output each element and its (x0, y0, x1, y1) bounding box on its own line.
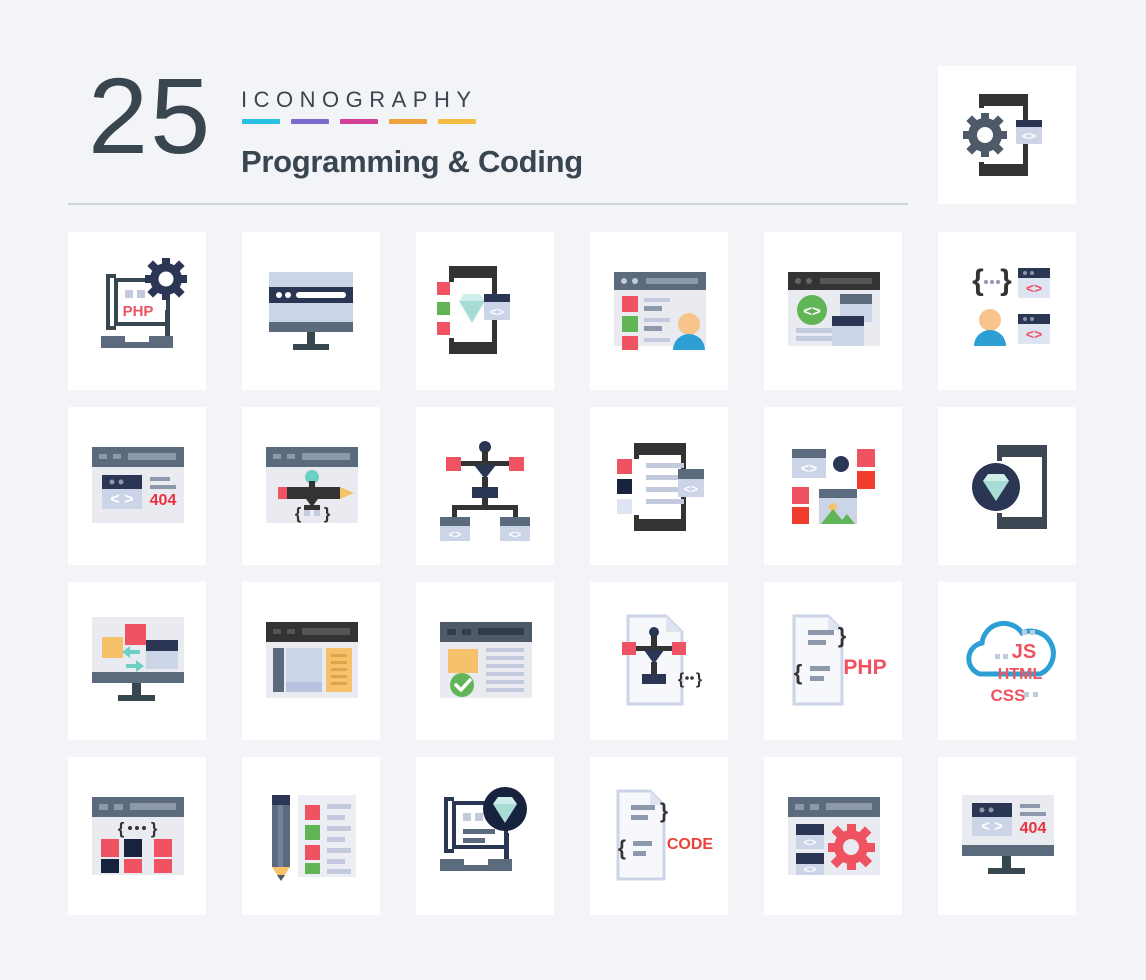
icon-cell-php-laptop-gear[interactable]: PHP (68, 232, 206, 390)
svg-text:}: } (1000, 264, 1012, 297)
svg-text:CODE: CODE (667, 836, 714, 853)
svg-text:JS: JS (1012, 641, 1036, 663)
icon-cell-file-node-diagram[interactable]: { } (590, 582, 728, 740)
icon-cell-mobile-content-list[interactable]: <> (590, 407, 728, 565)
mobile-content-list-icon: <> (617, 443, 704, 531)
svg-text:< >: < > (981, 818, 1003, 835)
svg-text:<>: <> (803, 303, 821, 320)
svg-text:404: 404 (1020, 820, 1047, 837)
icon-cell-mobile-diamond-badge[interactable] (938, 407, 1076, 565)
icon-cell-browser-sidebar-layout[interactable] (242, 582, 380, 740)
svg-text:<>: <> (1026, 326, 1042, 342)
pencil-checklist-icon (272, 795, 356, 881)
svg-text:}: } (696, 671, 702, 688)
svg-text:{: { (618, 837, 626, 860)
svg-text:PHP: PHP (123, 303, 154, 320)
svg-text:}: } (324, 504, 331, 523)
icon-cell-modular-components[interactable]: <> (764, 407, 902, 565)
icon-cell-browser-pen-design[interactable]: { } (242, 407, 380, 565)
icon-cell-monitor-drag-drop[interactable] (68, 582, 206, 740)
header-divider (68, 203, 908, 205)
feature-icon-card: <> (938, 66, 1076, 204)
monitor-browser-icon (269, 272, 353, 350)
swatch-4 (389, 119, 427, 124)
icon-cell-mobile-diamond-code[interactable]: <> (416, 232, 554, 390)
svg-text:<>: <> (1026, 280, 1042, 296)
modular-components-icon: <> (792, 449, 875, 524)
icon-count: 25 (88, 55, 213, 176)
icon-cell-browser-code-grid[interactable]: { } (68, 757, 206, 915)
monitor-404-icon: < > 404 (962, 795, 1054, 874)
browser-pen-design-icon: { } (266, 447, 358, 523)
header: 25 ICONOGRAPHY Programming & Coding <> (0, 0, 1146, 225)
svg-text:< >: < > (110, 491, 133, 508)
browser-code-grid-icon: { } (92, 797, 184, 875)
svg-text:<>: <> (684, 482, 698, 496)
svg-text:{: { (678, 671, 684, 688)
svg-text:CSS: CSS (991, 686, 1026, 705)
svg-text:<>: <> (804, 864, 817, 876)
browser-sidebar-layout-icon (266, 622, 358, 698)
icon-pack-preview: 25 ICONOGRAPHY Programming & Coding <> P… (0, 0, 1146, 980)
swatch-2 (291, 119, 329, 124)
cloud-languages-icon: JS HTML CSS (966, 621, 1056, 705)
brackets-user-code-windows-icon: { } <> <> (972, 264, 1050, 346)
color-swatches (242, 119, 476, 124)
icon-cell-pencil-checklist[interactable] (242, 757, 380, 915)
file-node-diagram-icon: { } (622, 614, 702, 706)
browser-code-layout-icon: <> (788, 272, 880, 346)
icon-cell-sitemap-hierarchy[interactable]: <> <> (416, 407, 554, 565)
icon-cell-cloud-languages[interactable]: JS HTML CSS (938, 582, 1076, 740)
eyebrow-label: ICONOGRAPHY (241, 87, 478, 112)
browser-settings-gear-icon: <> <> (788, 797, 880, 876)
mobile-diamond-badge-icon (972, 445, 1047, 529)
browser-404-icon: < > 404 (92, 447, 184, 523)
browser-user-list-icon (614, 272, 706, 350)
icon-cell-browser-user-list[interactable] (590, 232, 728, 390)
browser-validation-check-icon (440, 622, 532, 698)
monitor-drag-drop-icon (92, 617, 184, 701)
icon-cell-monitor-browser[interactable] (242, 232, 380, 390)
swatch-3 (340, 119, 378, 124)
icon-cell-browser-validation-check[interactable] (416, 582, 554, 740)
code-file-icon: } { CODE (616, 789, 714, 881)
icon-cell-browser-404[interactable]: < > 404 (68, 407, 206, 565)
mobile-gear-code-icon: <> (963, 94, 1042, 176)
svg-text:<>: <> (804, 837, 817, 849)
svg-text:{: { (794, 660, 803, 685)
svg-text:<>: <> (801, 460, 817, 476)
svg-text:{: { (972, 264, 984, 297)
mobile-diamond-code-icon: <> (437, 266, 510, 354)
svg-text:{: { (295, 504, 302, 523)
svg-text:<>: <> (1022, 129, 1036, 143)
icon-cell-code-file[interactable]: } { CODE (590, 757, 728, 915)
svg-text:404: 404 (150, 492, 177, 509)
page-title: Programming & Coding (241, 144, 583, 179)
sitemap-hierarchy-icon: <> <> (440, 441, 530, 541)
svg-text:<>: <> (509, 529, 522, 541)
icon-cell-laptop-diamond[interactable] (416, 757, 554, 915)
icon-cell-browser-settings-gear[interactable]: <> <> (764, 757, 902, 915)
svg-text:PHP: PHP (843, 656, 886, 679)
laptop-diamond-icon (440, 787, 527, 871)
icon-cell-brackets-user-code[interactable]: { } <> <> (938, 232, 1076, 390)
swatch-5 (438, 119, 476, 124)
icon-cell-monitor-404[interactable]: < > 404 (938, 757, 1076, 915)
svg-text:<>: <> (449, 529, 462, 541)
swatch-1 (242, 119, 280, 124)
svg-text:}: } (838, 623, 847, 648)
icon-cell-browser-code-layout[interactable]: <> (764, 232, 902, 390)
icon-cell-php-file[interactable]: } { PHP (764, 582, 902, 740)
svg-text:HTML: HTML (998, 666, 1043, 683)
svg-text:}: } (660, 800, 668, 823)
php-laptop-gear-icon: PHP (101, 258, 187, 348)
php-file-icon: } { PHP (792, 614, 887, 706)
svg-text:{: { (118, 819, 125, 838)
svg-text:}: } (151, 819, 158, 838)
svg-text:<>: <> (490, 305, 504, 319)
